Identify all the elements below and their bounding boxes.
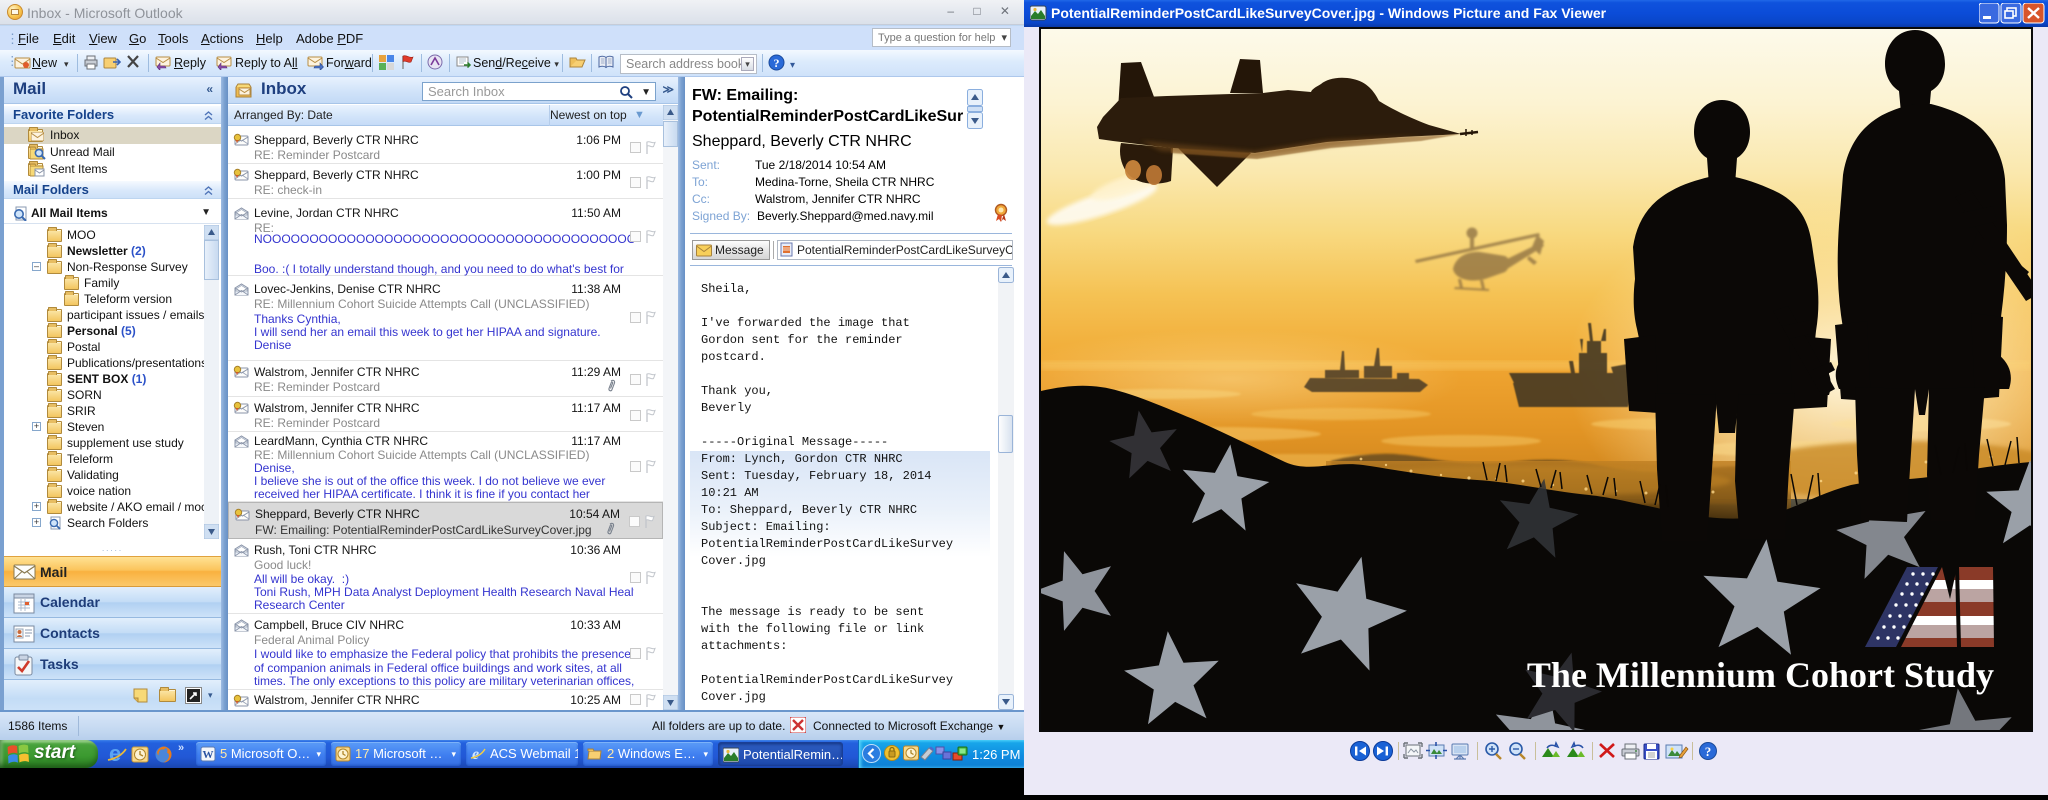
svg-text:?: ? (1705, 744, 1712, 759)
svg-text:W: W (203, 749, 214, 761)
svg-text:e: e (472, 746, 479, 762)
svg-text:?: ? (774, 56, 780, 70)
svg-text:The Millennium Cohort Study: The Millennium Cohort Study (1527, 655, 1994, 695)
svg-text:e: e (109, 743, 121, 765)
